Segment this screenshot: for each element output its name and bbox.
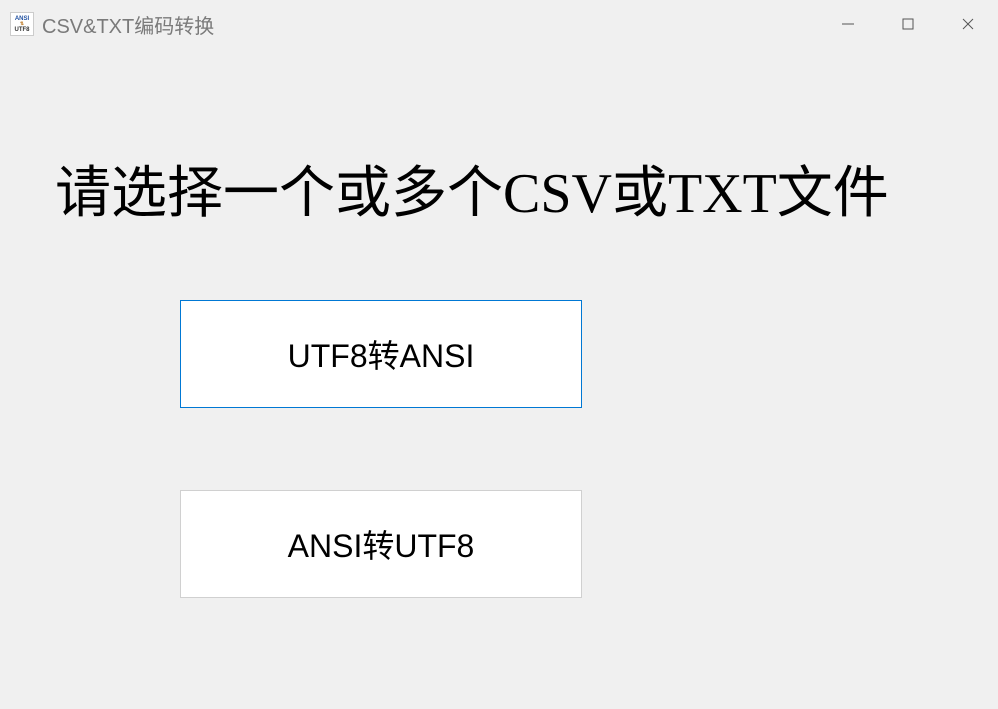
utf8-to-ansi-button[interactable]: UTF8转ANSI bbox=[180, 300, 582, 408]
ansi-to-utf8-button[interactable]: ANSI转UTF8 bbox=[180, 490, 582, 598]
minimize-icon bbox=[841, 17, 855, 31]
instruction-text: 请选择一个或多个CSV或TXT文件 bbox=[55, 148, 889, 229]
titlebar-left: ANSI ⇅ UTF8 CSV&TXT编码转换 bbox=[10, 10, 214, 39]
close-button[interactable] bbox=[938, 0, 998, 48]
app-icon-line3: UTF8 bbox=[15, 27, 30, 33]
client-area: 请选择一个或多个CSV或TXT文件 UTF8转ANSI ANSI转UTF8 bbox=[0, 48, 998, 709]
app-icon: ANSI ⇅ UTF8 bbox=[10, 12, 34, 36]
titlebar-controls bbox=[818, 0, 998, 48]
close-icon bbox=[961, 17, 975, 31]
maximize-icon bbox=[901, 17, 915, 31]
maximize-button[interactable] bbox=[878, 0, 938, 48]
titlebar: ANSI ⇅ UTF8 CSV&TXT编码转换 bbox=[0, 0, 998, 48]
window-title: CSV&TXT编码转换 bbox=[42, 10, 214, 39]
app-window: ANSI ⇅ UTF8 CSV&TXT编码转换 bbox=[0, 0, 998, 709]
minimize-button[interactable] bbox=[818, 0, 878, 48]
